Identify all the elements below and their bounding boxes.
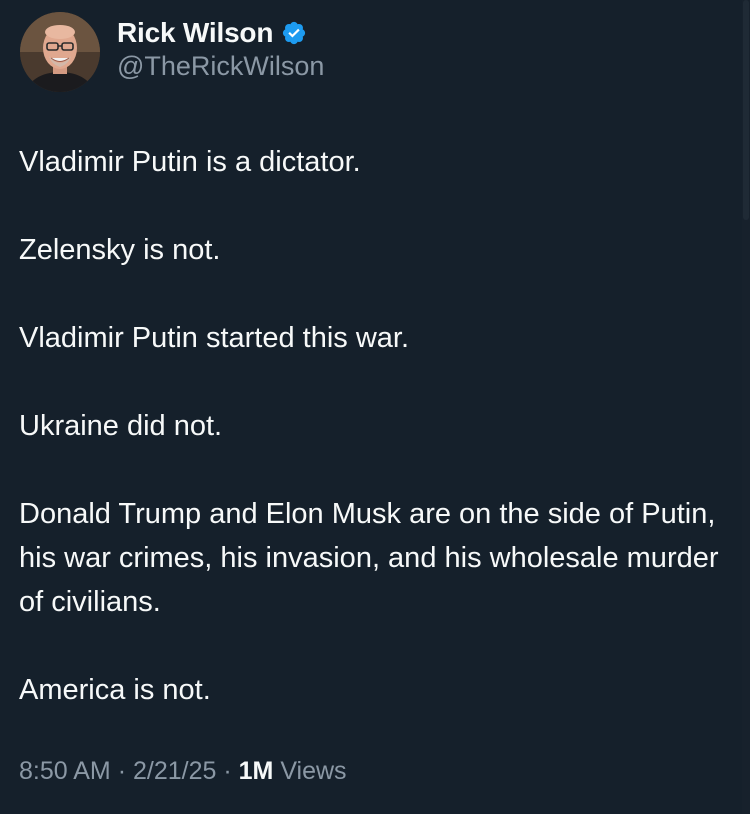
views-label[interactable]: Views (280, 757, 346, 785)
author-identity: Rick Wilson @TheRickWilson (117, 13, 324, 82)
verified-badge-icon[interactable] (281, 20, 307, 46)
tweet-meta: 8:50 AM · 2/21/25 · 1M Views (19, 757, 347, 786)
tweet-paragraph: Vladimir Putin started this war. (19, 322, 410, 354)
meta-separator: · (223, 757, 232, 785)
tweet-paragraph: Donald Trump and Elon Musk are on the si… (19, 498, 719, 618)
author-display-name[interactable]: Rick Wilson (117, 17, 273, 49)
tweet-paragraph: Ukraine did not. (19, 410, 223, 442)
tweet-time[interactable]: 8:50 AM (19, 757, 111, 785)
author-handle[interactable]: @TheRickWilson (117, 51, 324, 82)
tweet-body: Vladimir Putin is a dictator. Zelensky i… (19, 140, 719, 712)
scrollbar[interactable] (742, 0, 750, 814)
name-row: Rick Wilson (117, 13, 324, 53)
tweet-date[interactable]: 2/21/25 (133, 757, 216, 785)
scrollbar-thumb[interactable] (743, 0, 749, 220)
tweet: Rick Wilson @TheRickWilson Vladimir Puti… (0, 0, 750, 814)
tweet-header: Rick Wilson @TheRickWilson (20, 10, 324, 94)
tweet-paragraph: America is not. (19, 674, 211, 706)
avatar[interactable] (20, 12, 100, 92)
tweet-paragraph: Zelensky is not. (19, 234, 221, 266)
tweet-paragraph: Vladimir Putin is a dictator. (19, 146, 361, 178)
views-count[interactable]: 1M (239, 757, 274, 785)
avatar-image (20, 12, 100, 92)
meta-separator: · (117, 757, 127, 785)
